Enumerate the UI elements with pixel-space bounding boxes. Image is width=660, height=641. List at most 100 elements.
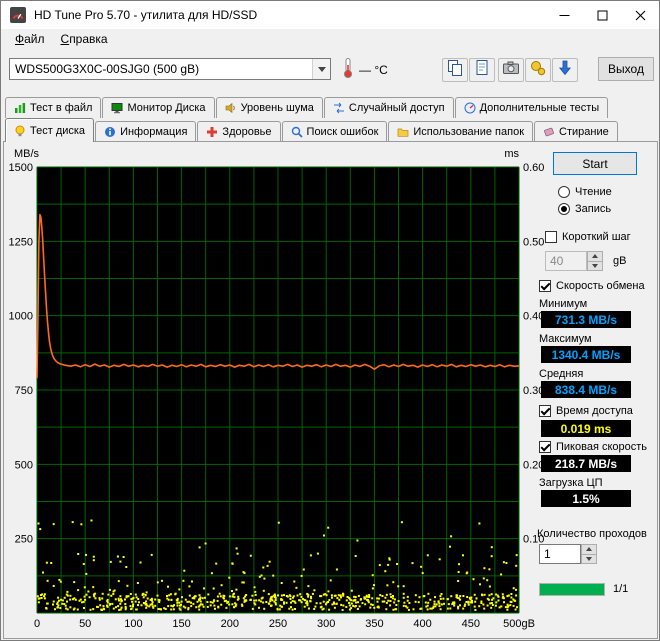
tab-extra-tests[interactable]: Дополнительные тесты	[454, 97, 609, 118]
transfer-rate-row[interactable]: Скорость обмена	[539, 280, 645, 292]
burst-rate-checkbox[interactable]	[539, 441, 551, 453]
tab-info[interactable]: Информация	[95, 121, 197, 141]
tab-label: Монитор Диска	[127, 102, 206, 114]
pass-count-stepper[interactable]: 1	[539, 544, 597, 564]
burst-rate-value: 218.7 MB/s	[541, 455, 631, 472]
performance-icon	[528, 58, 548, 83]
folder-usage-icon	[397, 126, 409, 138]
access-time-label: Время доступа	[556, 405, 633, 417]
stepper-up-icon[interactable]	[581, 544, 597, 554]
cpu-usage-value: 1.5%	[541, 490, 631, 507]
tab-file-benchmark[interactable]: Тест в файл	[5, 97, 102, 118]
svg-text:ms: ms	[504, 148, 519, 160]
svg-text:1000: 1000	[9, 311, 33, 323]
read-radio[interactable]	[558, 186, 570, 198]
error-scan-icon	[291, 126, 303, 138]
copy-icon	[445, 58, 465, 83]
short-step-checkbox[interactable]	[545, 231, 557, 243]
save-results-button[interactable]	[552, 58, 578, 82]
tab-label: Здоровье	[222, 125, 272, 138]
access-time-row[interactable]: Время доступа	[539, 405, 633, 417]
tab-erase[interactable]: Стирание	[534, 121, 618, 141]
svg-text:1500: 1500	[9, 162, 33, 174]
download-icon	[555, 58, 575, 83]
burst-rate-label: Пиковая скорость	[556, 441, 648, 453]
tab-folder-usage[interactable]: Использование папок	[388, 121, 534, 141]
stepper-up-icon[interactable]	[587, 251, 603, 261]
temperature-value: — °C	[359, 62, 388, 77]
maximum-value: 1340.4 MB/s	[541, 346, 631, 363]
stepper-down-icon[interactable]	[581, 553, 597, 564]
svg-text:0.60: 0.60	[523, 162, 544, 174]
benchmark-chart: 1500125010007505002500.600.500.400.300.2…	[9, 148, 545, 630]
transfer-rate-checkbox[interactable]	[539, 280, 551, 292]
write-radio[interactable]	[558, 203, 570, 215]
chevron-down-icon[interactable]	[312, 59, 330, 79]
write-radio-label: Запись	[575, 203, 612, 215]
svg-text:350: 350	[365, 618, 383, 630]
thermometer-icon	[341, 57, 355, 82]
tab-disk-monitor[interactable]: Монитор Диска	[102, 97, 215, 118]
copy-button[interactable]	[442, 58, 468, 82]
short-step-stepper[interactable]: 40	[545, 251, 603, 271]
screenshot-button[interactable]	[498, 58, 524, 82]
title-bar: HD Tune Pro 5.70 - утилита для HD/SSD	[1, 1, 659, 29]
camera-icon	[501, 58, 521, 83]
svg-text:750: 750	[15, 385, 33, 397]
menu-file[interactable]: Файл	[7, 30, 53, 48]
copy-page-button[interactable]	[469, 58, 495, 82]
close-button[interactable]	[621, 1, 659, 29]
svg-text:50: 50	[79, 618, 91, 630]
tab-disk-test[interactable]: Тест диска	[5, 118, 95, 142]
tab-label: Уровень шума	[240, 102, 314, 114]
tab-error-scan[interactable]: Поиск ошибок	[281, 121, 388, 141]
tab-label: Стирание	[559, 125, 609, 138]
access-time-checkbox[interactable]	[539, 405, 551, 417]
app-icon	[10, 7, 26, 23]
read-radio-row[interactable]: Чтение	[558, 186, 612, 198]
svg-text:500gB: 500gB	[503, 618, 535, 630]
short-step-label: Короткий шаг	[562, 231, 631, 243]
svg-text:0: 0	[34, 618, 40, 630]
exit-button[interactable]: Выход	[598, 57, 654, 81]
random-access-icon	[333, 102, 345, 114]
tab-label: Дополнительные тесты	[479, 102, 600, 114]
svg-text:200: 200	[221, 618, 239, 630]
performance-button[interactable]	[525, 58, 551, 82]
burst-rate-row[interactable]: Пиковая скорость	[539, 441, 647, 453]
progress-text: 1/1	[613, 583, 629, 595]
tab-label: Информация	[120, 125, 188, 138]
svg-text:450: 450	[462, 618, 480, 630]
svg-text:0.50: 0.50	[523, 236, 544, 248]
access-time-value: 0.019 ms	[541, 420, 631, 437]
tab-label: Поиск ошибок	[306, 125, 379, 138]
short-step-unit: gB	[613, 255, 627, 267]
average-label: Средняя	[539, 368, 584, 380]
read-radio-label: Чтение	[575, 186, 612, 198]
cpu-usage-label: Загрузка ЦП	[539, 477, 603, 489]
average-value: 838.4 MB/s	[541, 381, 631, 398]
svg-text:300: 300	[317, 618, 335, 630]
start-button[interactable]: Start	[553, 152, 637, 175]
menu-bar: Файл Справка	[1, 29, 659, 49]
tab-health[interactable]: Здоровье	[197, 121, 281, 141]
short-step-row[interactable]: Короткий шаг	[545, 231, 631, 243]
minimize-button[interactable]	[545, 1, 583, 29]
drive-select[interactable]: WDS500G3X0C-00SJG0 (500 gB)	[9, 58, 331, 80]
tab-random-access[interactable]: Случайный доступ	[323, 97, 454, 118]
write-radio-row[interactable]: Запись	[558, 203, 611, 215]
menu-help[interactable]: Справка	[53, 30, 116, 48]
stepper-down-icon[interactable]	[587, 260, 603, 271]
extra-tests-icon	[464, 102, 476, 114]
svg-text:MB/s: MB/s	[14, 148, 40, 160]
maximize-button[interactable]	[583, 1, 621, 29]
copy-page-icon	[472, 58, 492, 83]
maximum-label: Максимум	[539, 333, 592, 345]
temperature-indicator: — °C	[341, 57, 388, 82]
tab-noise-level[interactable]: Уровень шума	[215, 97, 323, 118]
tab-label: Тест диска	[30, 124, 86, 137]
short-step-value[interactable]: 40	[545, 251, 587, 271]
disk-test-icon	[14, 125, 26, 137]
disk-monitor-icon	[111, 102, 123, 114]
pass-count-value[interactable]: 1	[539, 544, 581, 564]
